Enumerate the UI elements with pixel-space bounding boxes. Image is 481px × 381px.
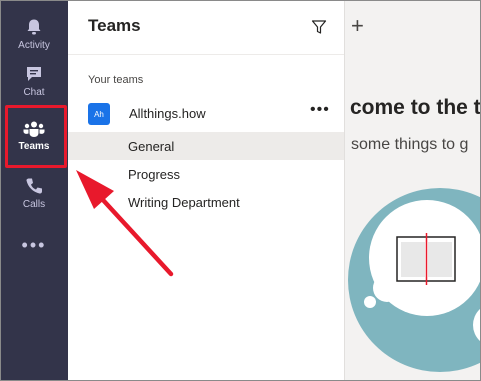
rail-item-calls[interactable]: Calls: [0, 164, 68, 222]
channel-progress[interactable]: Progress: [68, 160, 344, 188]
welcome-heading: come to the t: [350, 96, 481, 119]
channel-label: General: [128, 139, 175, 154]
panel-title: Teams: [88, 16, 141, 35]
filter-icon[interactable]: [311, 19, 327, 35]
teams-panel: Teams Your teams Ah Allthings.how ••• Ge…: [68, 0, 345, 381]
add-button[interactable]: +: [351, 15, 364, 37]
rail-item-label: Calls: [22, 198, 46, 210]
rail-item-label: Chat: [23, 86, 45, 98]
chat-icon: [27, 66, 41, 81]
app-rail: Activity Chat Teams Calls •••: [0, 0, 68, 381]
more-apps-button[interactable]: •••: [0, 236, 68, 254]
welcome-subtitle: some things to g: [351, 136, 469, 153]
channel-general[interactable]: General: [68, 132, 344, 160]
channel-label: Progress: [128, 167, 181, 182]
teams-highlight-box: [5, 105, 67, 168]
rail-item-chat[interactable]: Chat: [0, 52, 68, 110]
rail-item-label: Activity: [18, 39, 50, 51]
channel-writing-department[interactable]: Writing Department: [68, 188, 344, 216]
team-row-allthings[interactable]: Ah Allthings.how •••: [68, 100, 344, 128]
team-avatar: Ah: [88, 103, 110, 125]
phone-icon: [26, 178, 42, 194]
main-content: + come to the t some things to g: [345, 0, 481, 381]
team-more-options-button[interactable]: •••: [310, 101, 330, 119]
channel-label: Writing Department: [128, 195, 240, 210]
welcome-illustration: [348, 188, 481, 372]
team-name: Allthings.how: [129, 106, 206, 121]
section-label-your-teams: Your teams: [88, 74, 144, 86]
divider: [68, 54, 344, 55]
bell-icon: [27, 19, 41, 34]
